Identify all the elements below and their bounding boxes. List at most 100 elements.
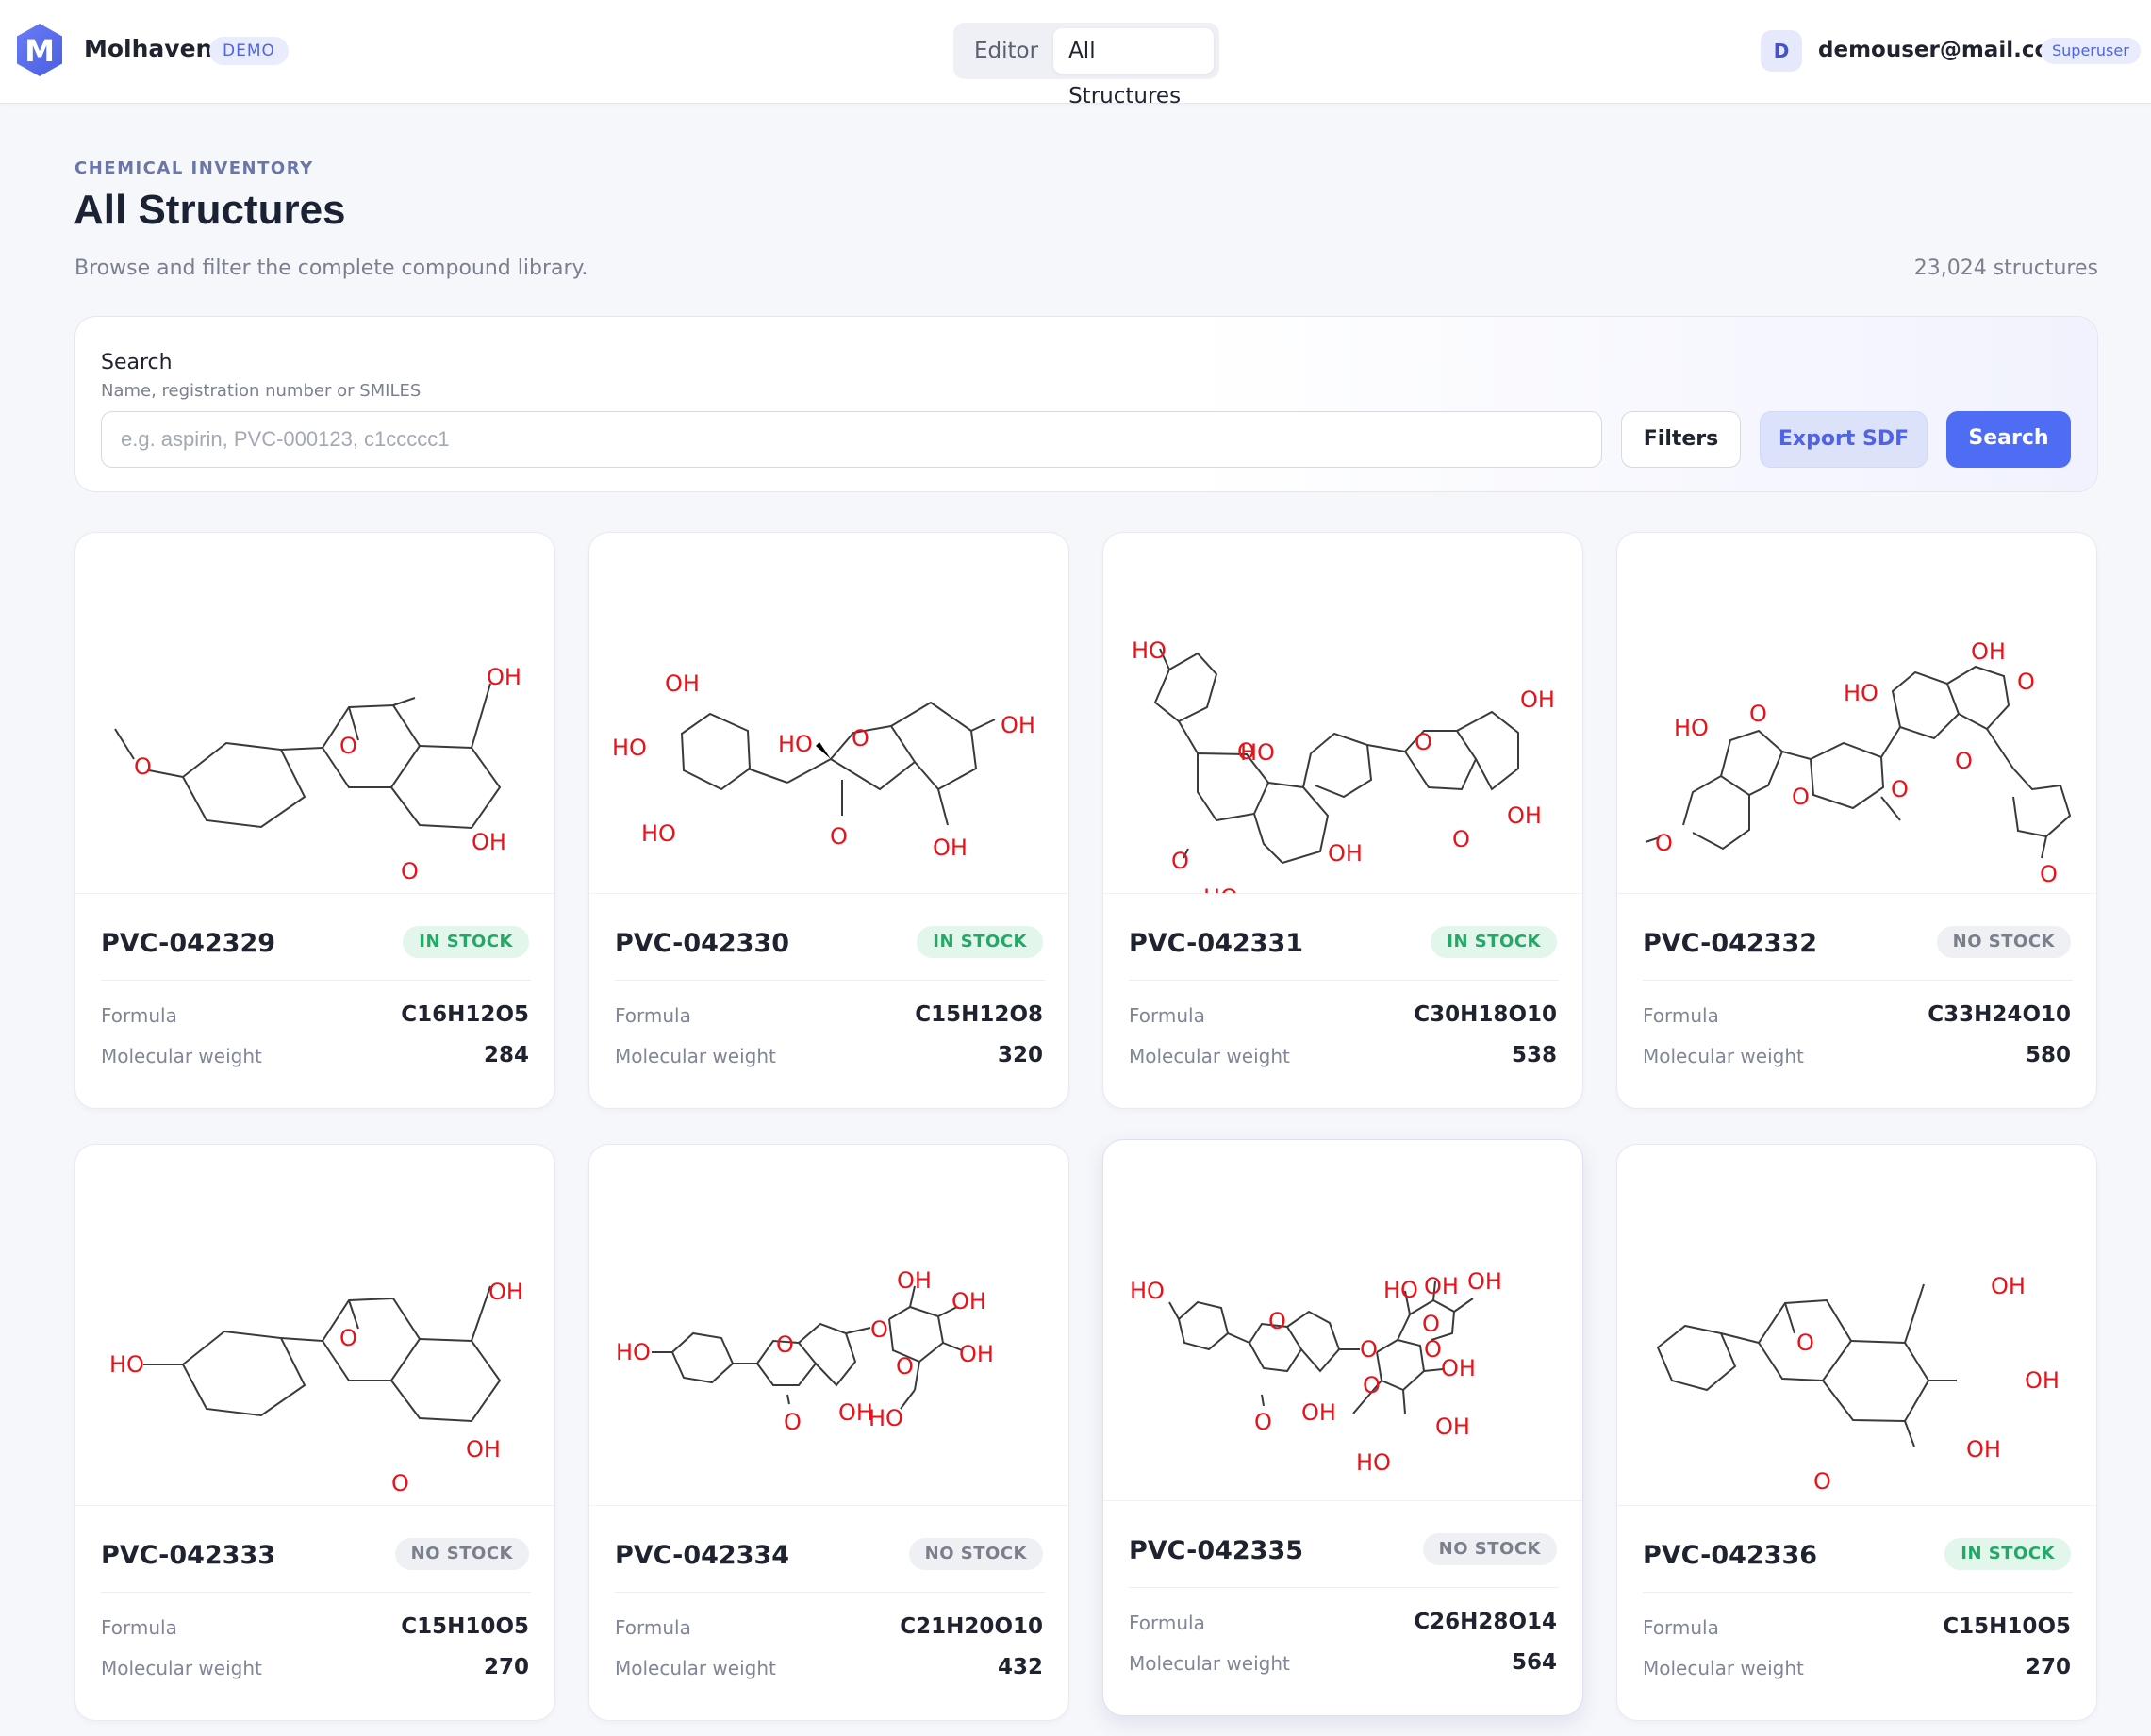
registration-number[interactable]: PVC-042333 (101, 1541, 275, 1570)
svg-text:O: O (870, 1316, 888, 1343)
status-badge: NO STOCK (908, 1538, 1043, 1570)
registration-number[interactable]: PVC-042336 (1643, 1541, 1817, 1570)
svg-text:O: O (1655, 830, 1673, 856)
svg-text:OH: OH (1424, 1273, 1459, 1299)
svg-text:O: O (784, 1409, 802, 1435)
status-badge: NO STOCK (1422, 1533, 1557, 1565)
molecular-weight-label: Molecular weight (1129, 1045, 1290, 1067)
structure-card[interactable]: HO O O OH O O O O HO OH OH OH OH HO PVC-… (1102, 1139, 1583, 1716)
status-badge: IN STOCK (403, 926, 529, 958)
structure-card[interactable]: HO O O OH OH PVC-042333 NO STOCK Formula… (74, 1144, 555, 1721)
svg-text:OH: OH (1971, 638, 2006, 665)
filters-button[interactable]: Filters (1621, 411, 1741, 468)
structure-card[interactable]: O O O OH OH PVC-042329 IN STOCK Formula … (74, 532, 555, 1109)
status-badge: IN STOCK (1431, 926, 1557, 958)
svg-text:HO: HO (1383, 1277, 1418, 1303)
svg-text:OH: OH (472, 829, 506, 855)
search-panel: Search Name, registration number or SMIL… (74, 316, 2098, 492)
svg-text:O: O (1424, 1336, 1442, 1363)
formula-label: Formula (1643, 1616, 1719, 1639)
molecular-weight-value: 284 (483, 1043, 529, 1067)
molecular-weight-label: Molecular weight (615, 1657, 776, 1679)
app-name: Molhaven (84, 35, 213, 62)
user-avatar[interactable]: D (1761, 30, 1802, 72)
structure-image: O O O OH OH (75, 533, 554, 893)
svg-text:OH: OH (466, 1436, 501, 1463)
status-badge: NO STOCK (394, 1538, 529, 1570)
formula-label: Formula (1643, 1004, 1719, 1027)
svg-text:OH: OH (951, 1288, 986, 1314)
tab-all-structures[interactable]: All Structures (1053, 28, 1214, 108)
structure-card[interactable]: HO O O O O OH OH OH OH HO PVC-042334 NO … (588, 1144, 1069, 1721)
formula-label: Formula (101, 1616, 177, 1639)
svg-text:HO: HO (1356, 1449, 1391, 1476)
svg-text:OH: OH (1991, 1273, 2026, 1299)
molecular-weight-value: 320 (997, 1043, 1043, 1067)
svg-text:O: O (391, 1470, 409, 1496)
formula-value: C21H20O10 (900, 1614, 1043, 1639)
svg-text:O: O (1422, 1311, 1440, 1337)
structure-card[interactable]: HO O O HO OH HO O O OH OH PVC-042331 IN … (1102, 532, 1583, 1109)
formula-value: C15H10O5 (1943, 1614, 2071, 1639)
molecular-weight-label: Molecular weight (1643, 1657, 1804, 1679)
structure-count: 23,024 structures (1913, 256, 2098, 280)
export-sdf-button[interactable]: Export SDF (1760, 411, 1928, 468)
svg-text:O: O (401, 858, 419, 885)
svg-text:HO: HO (1674, 715, 1709, 741)
registration-number[interactable]: PVC-042330 (615, 929, 789, 958)
svg-text:O: O (1955, 748, 1973, 774)
formula-value: C15H10O5 (401, 1614, 529, 1639)
svg-text:OH: OH (1001, 712, 1035, 738)
svg-text:HO: HO (641, 820, 676, 847)
page-description: Browse and filter the complete compound … (74, 256, 588, 280)
svg-text:OH: OH (1520, 686, 1555, 713)
search-label: Search (101, 351, 173, 374)
top-bar: M Molhaven DEMO Editor All Structures D … (0, 0, 2151, 108)
svg-text:OH: OH (1467, 1268, 1502, 1295)
svg-text:O: O (1254, 1409, 1272, 1435)
molecular-weight-label: Molecular weight (101, 1045, 262, 1067)
svg-text:OH: OH (933, 835, 968, 861)
tab-editor[interactable]: Editor (959, 28, 1053, 74)
registration-number[interactable]: PVC-042332 (1643, 929, 1817, 958)
page-title: All Structures (74, 187, 346, 233)
user-email[interactable]: demouser@mail.com (1818, 38, 2072, 62)
molecular-weight-value: 270 (2025, 1655, 2071, 1679)
registration-number[interactable]: PVC-042329 (101, 929, 275, 958)
search-help-text: Name, registration number or SMILES (101, 381, 422, 401)
registration-number[interactable]: PVC-042335 (1129, 1536, 1303, 1565)
role-badge: Superuser (2041, 38, 2141, 64)
svg-text:O: O (2017, 669, 2035, 695)
formula-label: Formula (615, 1004, 691, 1027)
svg-text:O: O (1268, 1308, 1286, 1334)
svg-text:OH: OH (897, 1267, 932, 1294)
svg-text:O: O (1360, 1336, 1378, 1363)
search-button[interactable]: Search (1946, 411, 2071, 468)
structure-image: HO O O HO OH HO O O OH OH (1103, 533, 1582, 911)
search-input[interactable] (101, 411, 1602, 468)
demo-badge: DEMO (209, 37, 289, 65)
structure-card[interactable]: HO O O O HO OH O O O O PVC-042332 NO STO… (1616, 532, 2097, 1109)
molhaven-logo-icon[interactable]: M (15, 23, 64, 77)
svg-text:OH: OH (1507, 802, 1542, 829)
structure-image: HO O O O O OH OH OH OH HO (589, 1145, 1068, 1505)
svg-text:OH: OH (1966, 1436, 2001, 1463)
svg-text:HO: HO (1844, 680, 1878, 706)
formula-label: Formula (1129, 1612, 1205, 1634)
registration-number[interactable]: PVC-042334 (615, 1541, 789, 1570)
view-switcher: Editor All Structures (953, 23, 1219, 108)
formula-label: Formula (1129, 1004, 1205, 1027)
structure-card[interactable]: O O OH OH OH PVC-042336 IN STOCK Formula… (1616, 1144, 2097, 1721)
svg-text:HO: HO (616, 1339, 651, 1365)
svg-text:O: O (1171, 848, 1189, 874)
svg-text:HO: HO (1130, 1278, 1165, 1304)
registration-number[interactable]: PVC-042331 (1129, 929, 1303, 958)
molecular-weight-value: 580 (2025, 1043, 2071, 1067)
molecular-weight-value: 432 (997, 1655, 1043, 1679)
structure-image: HO O O OH O O O O HO OH OH OH OH HO (1103, 1140, 1582, 1500)
svg-text:OH: OH (1435, 1414, 1470, 1440)
structure-card[interactable]: OH HO HO HO O O OH OH PVC-042330 IN STOC… (588, 532, 1069, 1109)
status-badge: IN STOCK (1944, 1538, 2071, 1570)
svg-text:O: O (1796, 1330, 1814, 1356)
formula-value: C30H18O10 (1414, 1002, 1557, 1027)
